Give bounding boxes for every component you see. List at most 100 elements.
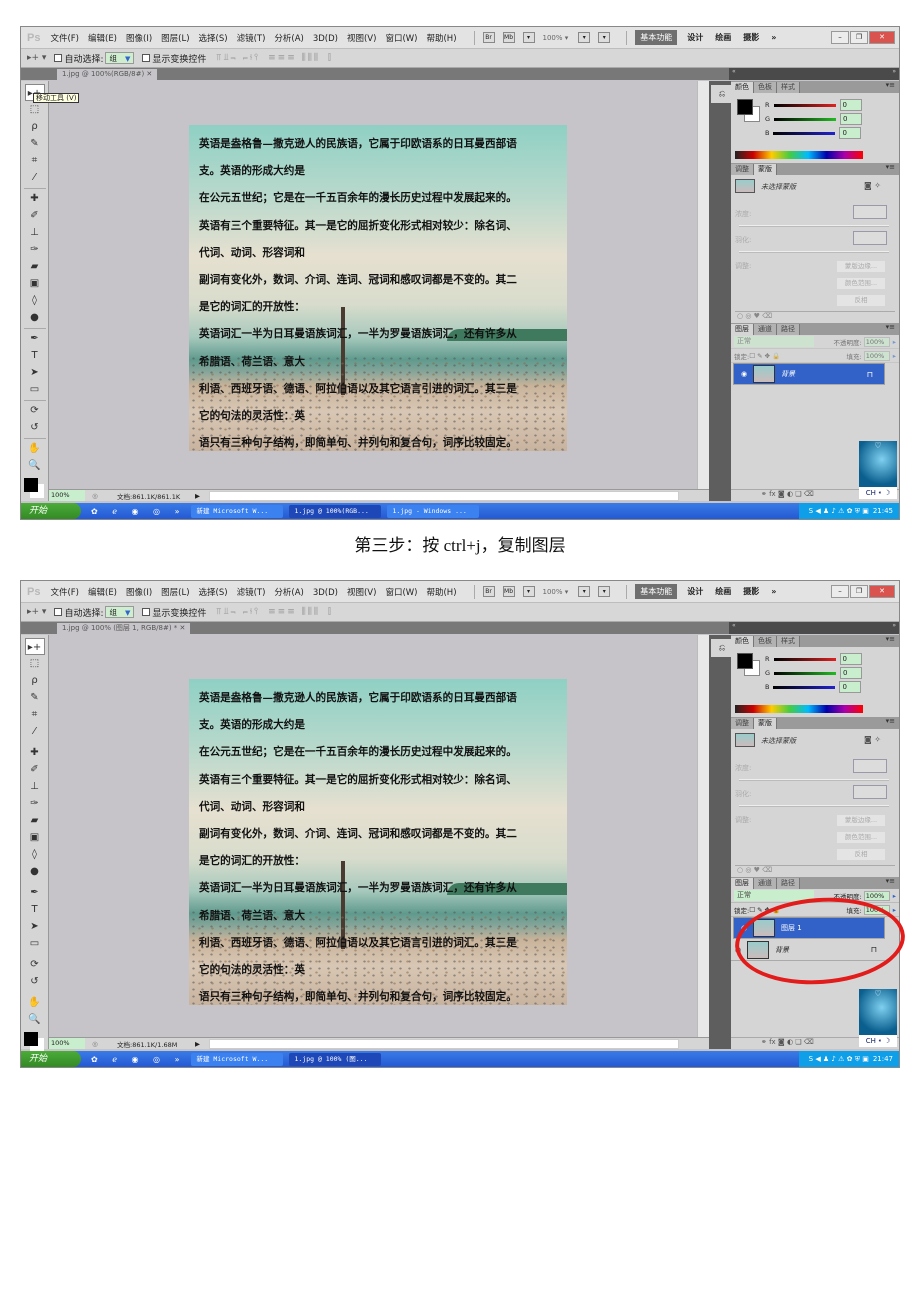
status-menu-arrow[interactable]: ▶ <box>195 1040 209 1048</box>
path-select-tool-button[interactable]: ➤ <box>25 918 45 935</box>
quick-launch-icons[interactable]: ✿ ℯ ◉ ◎ » <box>91 507 185 516</box>
tab-color[interactable]: 颜色 <box>731 636 754 647</box>
document-size[interactable]: 文档:861.1K/1.68M <box>105 1039 195 1049</box>
3d-orbit-tool-button[interactable]: ↺ <box>25 973 45 990</box>
move-tool-preset-icon[interactable]: ▸+ ▾ <box>27 607 46 617</box>
color-swatches[interactable] <box>23 478 46 499</box>
screen-mode-button[interactable]: ▾ <box>598 32 611 43</box>
chevron-right-icon[interactable]: ▸ <box>893 906 896 914</box>
menu-7[interactable]: 3D(D) <box>313 34 338 44</box>
pen-tool-button[interactable]: ✒ <box>25 884 45 901</box>
3d-orbit-tool-button[interactable]: ↺ <box>25 419 45 436</box>
workspace-photography[interactable]: 摄影 <box>743 32 759 43</box>
minimize-button[interactable]: – <box>831 585 849 598</box>
channel-value-input[interactable]: 0 <box>840 113 863 125</box>
eraser-tool-button[interactable]: ▰ <box>25 812 45 829</box>
channel-slider[interactable] <box>773 131 836 135</box>
lock-icons[interactable]: ☐ ✎ ✥ 🔒 <box>749 352 780 360</box>
panel-menu-icon[interactable]: ▾≡ <box>886 635 895 643</box>
quick-select-tool-button[interactable]: ✎ <box>25 135 45 152</box>
menu-9[interactable]: 窗口(W) <box>385 588 417 598</box>
menu-10[interactable]: 帮助(H) <box>426 34 456 44</box>
quick-launch-icons[interactable]: ✿ ℯ ◉ ◎ » <box>91 1055 185 1064</box>
start-button[interactable]: 开始 <box>21 1051 81 1067</box>
blur-tool-button[interactable]: ◊ <box>25 846 45 863</box>
collapse-icon[interactable]: « <box>732 622 736 634</box>
chevron-right-icon[interactable]: ▸ <box>893 892 896 900</box>
view-extras-button[interactable]: ▾ <box>522 586 535 597</box>
zoom-tool-button[interactable]: 🔍 <box>25 1011 45 1028</box>
crop-tool-button[interactable]: ⌗ <box>25 152 45 169</box>
canvas-horizontal-scrollbar[interactable] <box>209 1038 679 1049</box>
workspace-design[interactable]: 设计 <box>687 32 703 43</box>
feather-input[interactable] <box>853 785 887 799</box>
history-brush-tool-button[interactable]: ✑ <box>25 241 45 258</box>
menu-6[interactable]: 分析(A) <box>274 588 303 598</box>
blend-mode-select[interactable]: 正常 <box>734 336 814 347</box>
eyedropper-tool-button[interactable]: ⁄ <box>25 723 45 740</box>
auto-select-dropdown[interactable]: 组 ▼ <box>105 606 135 618</box>
menu-5[interactable]: 滤镜(T) <box>237 34 266 44</box>
channel-value-input[interactable]: 0 <box>839 681 862 693</box>
channel-slider[interactable] <box>773 685 836 689</box>
menu-5[interactable]: 滤镜(T) <box>237 588 266 598</box>
status-icon[interactable]: ◎ <box>85 1040 105 1048</box>
arrange-docs-button[interactable]: ▾ <box>578 586 591 597</box>
move-tool-preset-icon[interactable]: ▸+ ▾ <box>27 53 46 63</box>
menu-9[interactable]: 窗口(W) <box>385 34 417 44</box>
menu-2[interactable]: 图像(I) <box>126 588 152 598</box>
lasso-tool-button[interactable]: ρ <box>25 118 45 135</box>
eraser-tool-button[interactable]: ▰ <box>25 258 45 275</box>
mask-edge-button[interactable]: 蒙版边缘... <box>837 815 885 826</box>
taskbar-button[interactable]: 1.jpg @ 100%(RGB... <box>289 504 382 518</box>
opacity-input[interactable]: 100% <box>863 336 890 347</box>
ime-indicator[interactable]: CH ⁌ ☽ <box>859 1035 897 1047</box>
channel-value-input[interactable]: 0 <box>839 653 862 665</box>
panel-menu-icon[interactable]: ▾≡ <box>886 163 895 171</box>
tab-adjustments[interactable]: 调整 <box>731 164 754 175</box>
blur-tool-button[interactable]: ◊ <box>25 292 45 309</box>
menu-0[interactable]: 文件(F) <box>50 34 79 44</box>
channel-slider[interactable] <box>773 103 836 107</box>
close-button[interactable]: ✕ <box>869 31 895 44</box>
gradient-tool-button[interactable]: ▣ <box>25 275 45 292</box>
taskbar-button[interactable]: 新建 Microsoft W... <box>191 1052 284 1066</box>
document-tab[interactable]: 1.jpg @ 100%(RGB/8#) ✕ <box>57 69 158 80</box>
healing-tool-button[interactable]: ✚ <box>25 744 45 761</box>
tab-adjustments[interactable]: 调整 <box>731 718 754 729</box>
view-extras-button[interactable]: ▾ <box>522 32 535 43</box>
taskbar-button[interactable]: 1.jpg @ 100% (图... <box>289 1052 382 1066</box>
document-size[interactable]: 文档:861.1K/861.1K <box>105 491 195 501</box>
tab-layers[interactable]: 图层 <box>731 878 754 889</box>
marquee-tool-button[interactable]: ⬚ <box>25 655 45 672</box>
brush-tool-button[interactable]: ✐ <box>25 761 45 778</box>
expand-icon[interactable]: » <box>892 68 896 80</box>
crop-tool-button[interactable]: ⌗ <box>25 706 45 723</box>
align-buttons[interactable]: ⫪⫫⫬ ⫭⫮⫯ <box>216 607 260 617</box>
eye-icon[interactable]: ◉ <box>737 369 751 380</box>
panel-menu-icon[interactable]: ▾≡ <box>886 717 895 725</box>
canvas-vertical-scrollbar[interactable] <box>697 81 709 489</box>
menu-8[interactable]: 视图(V) <box>347 34 376 44</box>
channel-slider[interactable] <box>774 117 837 121</box>
canvas-vertical-scrollbar[interactable] <box>697 635 709 1037</box>
menu-10[interactable]: 帮助(H) <box>426 588 456 598</box>
opacity-input[interactable]: 100% <box>863 890 890 901</box>
density-slider[interactable] <box>739 779 889 781</box>
lasso-tool-button[interactable]: ρ <box>25 672 45 689</box>
auto-align-button[interactable]: ⫿ <box>328 607 333 617</box>
quick-select-tool-button[interactable]: ✎ <box>25 689 45 706</box>
chevron-right-icon[interactable]: ▸ <box>893 338 896 346</box>
minimize-button[interactable]: – <box>831 31 849 44</box>
density-input[interactable] <box>853 759 887 773</box>
tab-layers[interactable]: 图层 <box>731 324 754 335</box>
workspace-design[interactable]: 设计 <box>687 586 703 597</box>
feather-input[interactable] <box>853 231 887 245</box>
taskbar-button[interactable]: 1.jpg - Windows ... <box>387 504 480 518</box>
hand-tool-button[interactable]: ✋ <box>25 994 45 1011</box>
tray-icons[interactable]: S ◀ ♟ ♪ ⚠ ✿ ⛨ ▣ <box>809 507 869 516</box>
close-button[interactable]: ✕ <box>869 585 895 598</box>
ime-indicator[interactable]: CH ⁌ ☽ <box>859 487 897 499</box>
3d-rotate-tool-button[interactable]: ⟳ <box>25 956 45 973</box>
auto-select-checkbox[interactable] <box>54 608 63 616</box>
